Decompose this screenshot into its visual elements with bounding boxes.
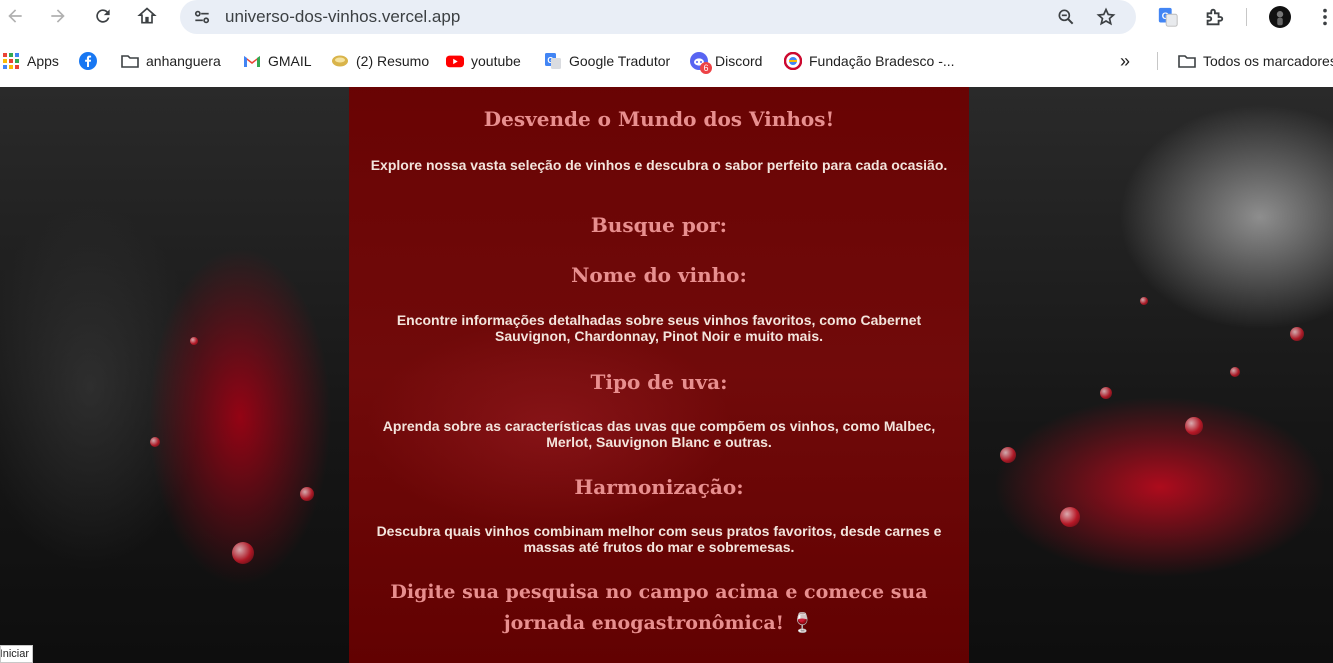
wine-bubble	[150, 437, 160, 447]
discord-badge: 6	[700, 62, 712, 74]
google-translate-icon: G	[544, 52, 562, 70]
folder-icon	[121, 52, 139, 70]
bookmark-label: youtube	[471, 53, 521, 69]
wine-bubble	[1140, 297, 1148, 305]
discord-icon: 6	[690, 52, 712, 74]
bookmark-youtube[interactable]: youtube	[446, 50, 521, 72]
bookmark-label: GMAIL	[268, 53, 312, 69]
bookmarks-divider	[1157, 52, 1158, 70]
search-heading: Busque por:	[590, 213, 728, 237]
home-icon[interactable]	[133, 4, 161, 28]
toolbar-divider	[1246, 8, 1247, 26]
page-background: Desvende o Mundo dos Vinhos! Explore nos…	[0, 87, 1333, 663]
bookmark-label: Apps	[27, 53, 59, 69]
content-panel: Desvende o Mundo dos Vinhos! Explore nos…	[349, 87, 969, 663]
call-to-action: Digite sua pesquisa no campo acima e com…	[390, 581, 928, 634]
section-text-nome-do-vinho: Encontre informações detalhadas sobre se…	[396, 312, 922, 344]
wine-bubble	[1290, 327, 1304, 341]
wine-bubble	[232, 542, 254, 564]
bookmark-label: (2) Resumo	[356, 53, 430, 69]
bookmark-google-tradutor[interactable]: G Google Tradutor	[544, 50, 670, 72]
wine-bubble	[1185, 417, 1203, 435]
wine-bubble	[1100, 387, 1112, 399]
profile-avatar-icon[interactable]	[1267, 4, 1293, 30]
section-text-harmonizacao: Descubra quais vinhos combinam melhor co…	[376, 523, 942, 555]
resumo-favicon-icon	[331, 52, 349, 70]
bookmarks-bar: Apps anhanguera GMAIL (2) Resumo youtube…	[0, 36, 1333, 87]
status-chip: Iniciar	[0, 645, 33, 663]
bookmark-apps[interactable]: Apps	[2, 50, 59, 72]
facebook-icon	[79, 52, 97, 70]
site-settings-icon[interactable]	[190, 5, 214, 29]
wine-bubble	[1230, 367, 1240, 377]
youtube-icon	[446, 52, 464, 70]
wine-bubble	[1000, 447, 1016, 463]
bookmark-label: anhanguera	[146, 53, 221, 69]
bookmark-label: Fundação Bradesco -...	[809, 53, 955, 69]
wine-bubble	[300, 487, 314, 501]
apps-grid-icon	[2, 52, 20, 70]
section-heading-nome-do-vinho: Nome do vinho:	[571, 263, 747, 287]
google-translate-extension-icon[interactable]: G	[1155, 4, 1181, 30]
more-bookmarks-chevron-icon: »	[1120, 50, 1131, 71]
folder-icon	[1178, 52, 1196, 70]
bookmark-resumo[interactable]: (2) Resumo	[331, 50, 429, 72]
bradesco-icon	[784, 52, 802, 70]
forward-arrow-icon[interactable]	[44, 4, 72, 28]
all-bookmarks-folder[interactable]: Todos os marcadores	[1178, 50, 1333, 72]
gmail-icon	[243, 52, 261, 70]
bookmark-facebook[interactable]	[79, 50, 97, 72]
page-title: Desvende o Mundo dos Vinhos!	[483, 107, 835, 131]
back-arrow-icon[interactable]	[1, 4, 29, 28]
browser-menu-icon[interactable]	[1312, 4, 1333, 30]
bookmark-anhanguera[interactable]: anhanguera	[121, 50, 221, 72]
url-text[interactable]: universo-dos-vinhos.vercel.app	[225, 7, 460, 27]
zoom-icon[interactable]	[1054, 5, 1078, 29]
bookmark-fundacao-bradesco[interactable]: Fundação Bradesco -...	[784, 50, 955, 72]
bookmark-label: Discord	[715, 53, 763, 69]
extensions-puzzle-icon[interactable]	[1201, 4, 1227, 30]
bookmark-label: Todos os marcadores	[1203, 53, 1333, 69]
wine-bubble	[190, 337, 198, 345]
section-heading-harmonizacao: Harmonização:	[574, 475, 744, 499]
more-bookmarks-button[interactable]: »	[1120, 50, 1130, 72]
section-text-tipo-de-uva: Aprenda sobre as características das uva…	[382, 418, 936, 450]
bookmark-label: Google Tradutor	[569, 53, 671, 69]
reload-icon[interactable]	[89, 4, 117, 28]
browser-toolbar: universo-dos-vinhos.vercel.app G	[0, 0, 1333, 36]
bookmark-star-icon[interactable]	[1094, 5, 1118, 29]
bookmark-gmail[interactable]: GMAIL	[243, 50, 312, 72]
intro-text: Explore nossa vasta seleção de vinhos e …	[370, 157, 948, 173]
wine-bubble	[1060, 507, 1080, 527]
bookmark-discord[interactable]: 6 Discord	[690, 50, 763, 74]
section-heading-tipo-de-uva: Tipo de uva:	[590, 370, 728, 394]
address-bar[interactable]: universo-dos-vinhos.vercel.app	[180, 0, 1136, 34]
